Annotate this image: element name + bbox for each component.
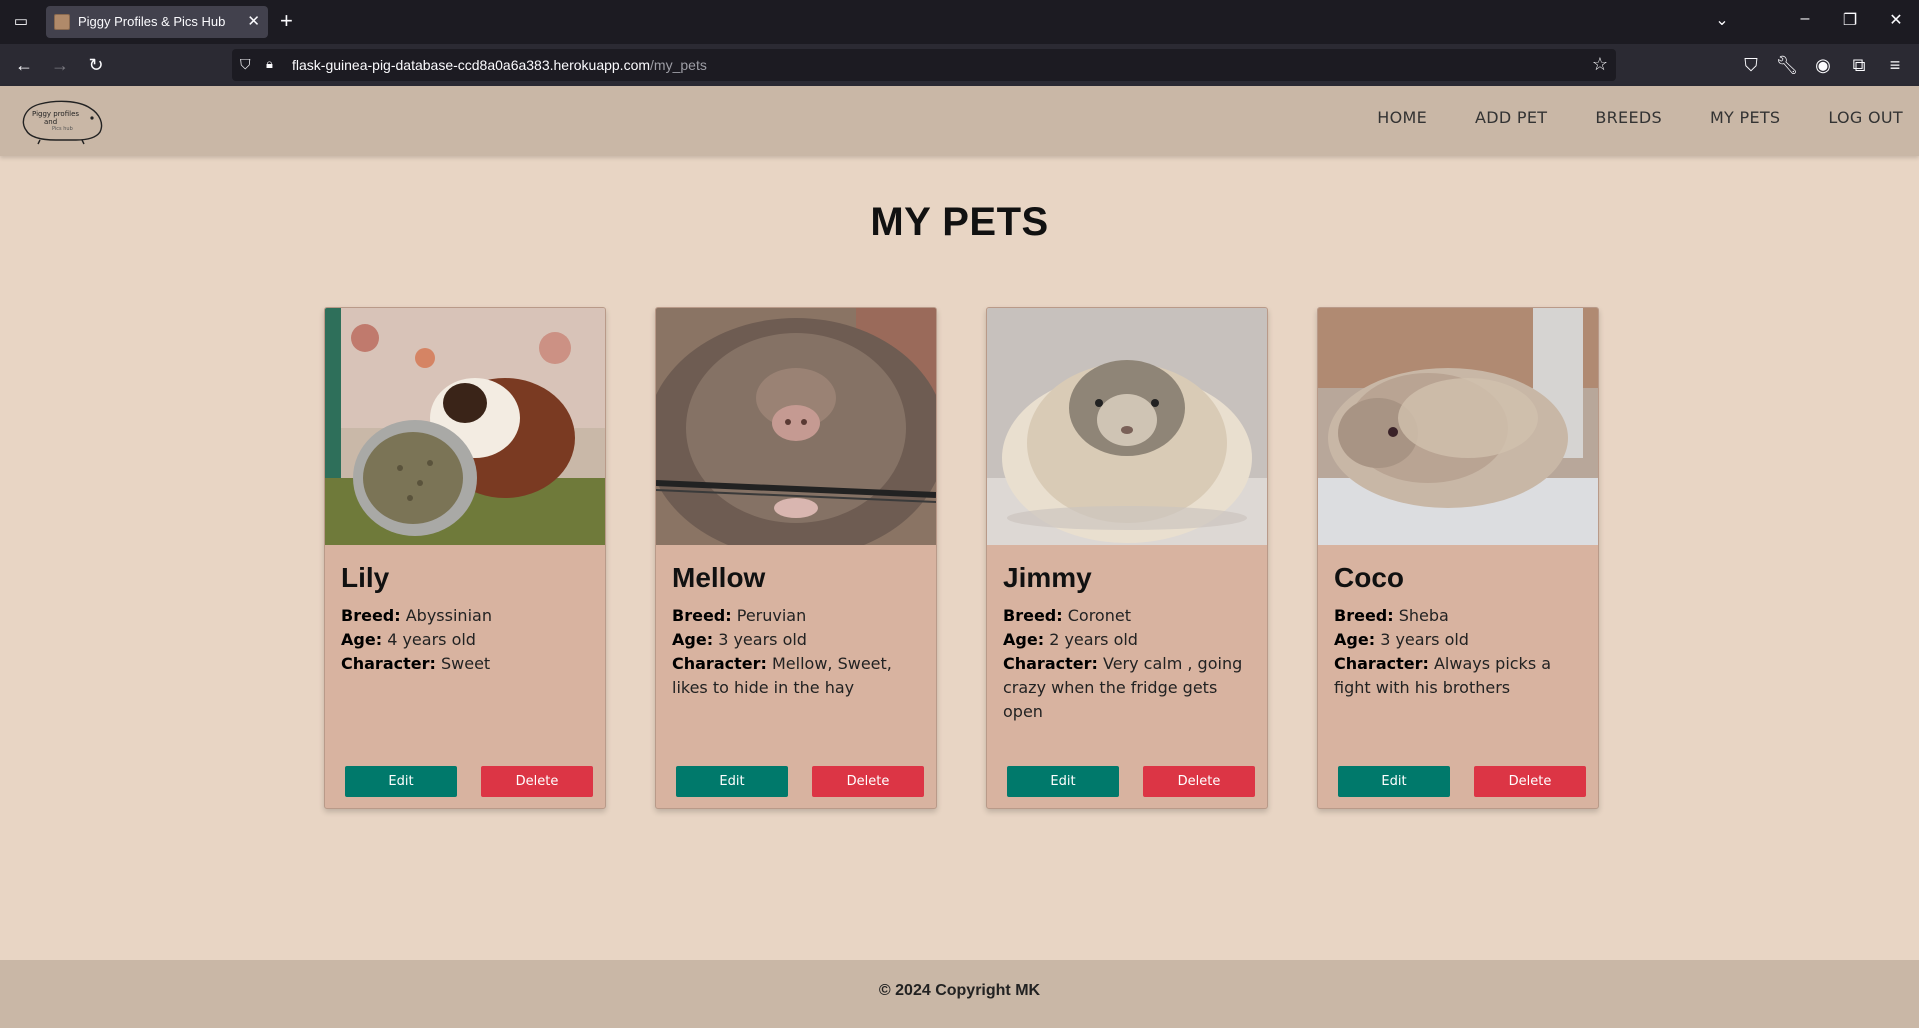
pet-age: 3 years old	[1380, 630, 1469, 649]
minimize-icon[interactable]: –	[1793, 10, 1817, 28]
pet-photo	[325, 308, 605, 545]
pet-breed: Peruvian	[736, 606, 807, 625]
url-text: flask-guinea-pig-database-ccd8a0a6a383.h…	[292, 57, 707, 73]
menu-icon[interactable]: ≡	[1883, 53, 1907, 77]
nav-add-pet[interactable]: ADD PET	[1475, 108, 1547, 127]
nav-log-out[interactable]: LOG OUT	[1828, 108, 1903, 127]
pet-photo	[1318, 308, 1598, 545]
edit-button[interactable]: Edit	[1007, 766, 1119, 797]
account-icon[interactable]: ◉	[1811, 53, 1835, 77]
pet-name: Coco	[1334, 562, 1404, 593]
svg-text:Piggy profiles: Piggy profiles	[32, 110, 79, 118]
reload-icon[interactable]: ↻	[84, 53, 108, 77]
url-bar[interactable]: ⛉ 🔒︎ flask-guinea-pig-database-ccd8a0a6a…	[232, 49, 1616, 81]
pet-breed: Coronet	[1067, 606, 1131, 625]
svg-text:Pics hub: Pics hub	[52, 126, 73, 132]
pet-photo	[656, 308, 936, 545]
back-icon[interactable]: ←	[12, 53, 36, 77]
close-window-icon[interactable]: ✕	[1884, 10, 1908, 30]
favicon-icon	[54, 14, 70, 30]
pet-photo	[987, 308, 1267, 545]
nav-breeds[interactable]: BREEDS	[1595, 108, 1662, 127]
forward-icon[interactable]: →	[48, 53, 72, 77]
pet-breed: Sheba	[1398, 606, 1449, 625]
lock-icon[interactable]: 🔒︎	[266, 56, 273, 72]
delete-button[interactable]: Delete	[1143, 766, 1255, 797]
pet-age: 2 years old	[1049, 630, 1138, 649]
browser-navbar: ← → ↻ ⛉ 🔒︎ flask-guinea-pig-database-ccd…	[0, 44, 1919, 86]
svg-text:and: and	[44, 118, 57, 126]
tab-title: Piggy Profiles & Pics Hub	[78, 14, 226, 29]
main-nav: HOME ADD PET BREEDS MY PETS LOG OUT	[1377, 108, 1903, 127]
delete-button[interactable]: Delete	[481, 766, 593, 797]
site-footer: © 2024 Copyright MK	[0, 960, 1919, 1028]
pet-card: Jimmy Breed: Coronet Age: 2 years old Ch…	[986, 307, 1268, 809]
pet-breed: Abyssinian	[405, 606, 492, 625]
extensions-icon[interactable]: ⧉	[1847, 53, 1871, 77]
pet-age: 3 years old	[718, 630, 807, 649]
delete-button[interactable]: Delete	[812, 766, 924, 797]
edit-button[interactable]: Edit	[676, 766, 788, 797]
pet-name: Jimmy	[1003, 562, 1092, 593]
copyright-text: © 2024 Copyright MK	[878, 982, 1041, 999]
pet-name: Lily	[341, 562, 390, 593]
browser-tabbar: ▭ Piggy Profiles & Pics Hub ✕ + ⌄ – ❐ ✕	[0, 0, 1919, 44]
wrench-icon[interactable]: 🔧︎	[1775, 53, 1799, 77]
pocket-icon[interactable]: ⛉	[1739, 53, 1763, 77]
chevron-down-icon[interactable]: ⌄	[1710, 10, 1734, 30]
pet-card: Coco Breed: Sheba Age: 3 years old Chara…	[1317, 307, 1599, 809]
pet-info: Breed: Abyssinian Age: 4 years old Chara…	[341, 606, 492, 673]
edit-button[interactable]: Edit	[1338, 766, 1450, 797]
browser-tab[interactable]: Piggy Profiles & Pics Hub ✕	[46, 6, 268, 38]
nav-home[interactable]: HOME	[1377, 108, 1427, 127]
site-header: Piggy profiles and Pics hub HOME ADD PET…	[0, 86, 1919, 156]
pet-card: Lily Breed: Abyssinian Age: 4 years old …	[324, 307, 606, 809]
pet-character: Sweet	[440, 654, 491, 673]
pet-info: Breed: Peruvian Age: 3 years old Charact…	[672, 606, 892, 697]
page-title: MY PETS	[870, 200, 1049, 244]
pet-age: 4 years old	[387, 630, 476, 649]
pet-card: Mellow Breed: Peruvian Age: 3 years old …	[655, 307, 937, 809]
tab-list-icon[interactable]: ▭	[10, 11, 32, 33]
close-tab-icon[interactable]: ✕	[247, 12, 260, 30]
logo-icon[interactable]: Piggy profiles and Pics hub	[16, 94, 108, 148]
new-tab-icon[interactable]: +	[280, 9, 293, 33]
edit-button[interactable]: Edit	[345, 766, 457, 797]
shield-icon[interactable]: ⛉	[240, 56, 251, 73]
bookmark-star-icon[interactable]: ☆	[1592, 54, 1608, 75]
nav-my-pets[interactable]: MY PETS	[1710, 108, 1780, 127]
pet-info: Breed: Sheba Age: 3 years old Character:…	[1334, 606, 1552, 697]
pet-cards: Lily Breed: Abyssinian Age: 4 years old …	[324, 307, 1599, 809]
pet-name: Mellow	[672, 562, 766, 593]
delete-button[interactable]: Delete	[1474, 766, 1586, 797]
restore-icon[interactable]: ❐	[1838, 10, 1862, 30]
pet-info: Breed: Coronet Age: 2 years old Characte…	[1003, 606, 1243, 721]
